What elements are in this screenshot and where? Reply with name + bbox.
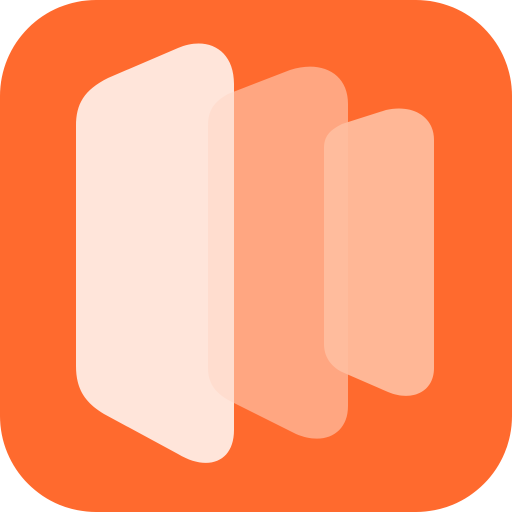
panel-front-shape (324, 108, 434, 396)
app-icon (0, 0, 512, 512)
app-icon-graphic (0, 0, 512, 512)
